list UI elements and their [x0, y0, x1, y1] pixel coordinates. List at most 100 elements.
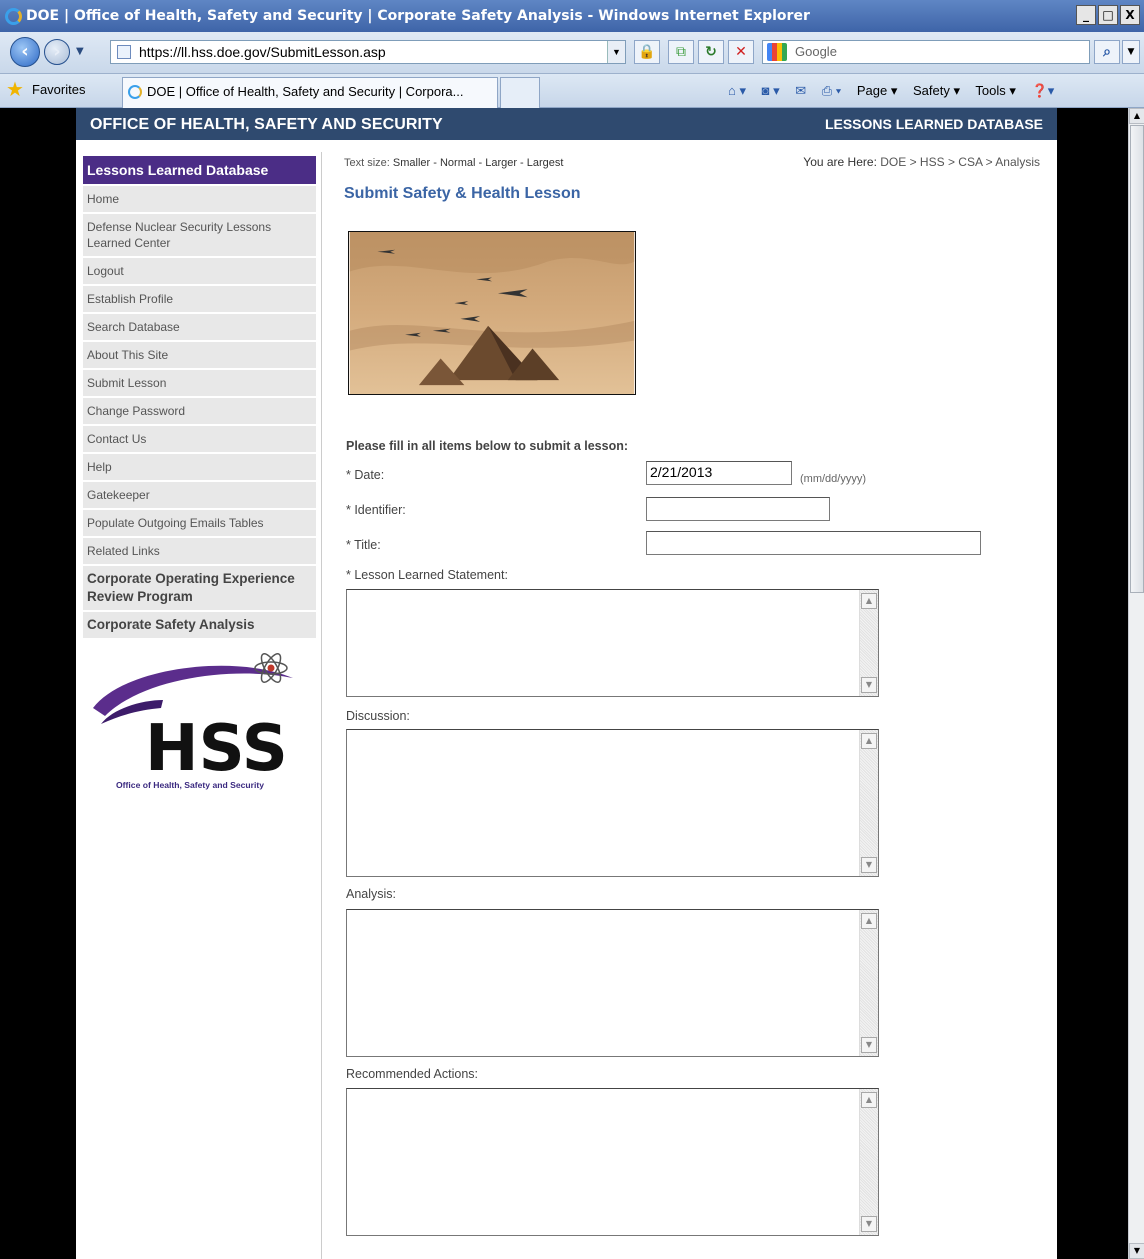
text-size-label: Text size: — [344, 157, 390, 169]
title-input[interactable] — [646, 531, 981, 555]
sidebar-item-establish-profile[interactable]: Establish Profile — [83, 286, 316, 312]
new-tab-button[interactable] — [500, 77, 540, 108]
textarea-scrollbar[interactable]: ▲ ▼ — [859, 1089, 878, 1235]
date-input[interactable]: 2/21/2013 — [646, 461, 792, 485]
tab-active[interactable]: DOE | Office of Health, Safety and Secur… — [122, 77, 498, 108]
page-icon — [117, 45, 131, 59]
logo-text: HSS — [145, 712, 288, 786]
command-bar: ⌂ ▾ ◙ ▾ ✉ ⎙ ▾ Page ▾ Safety ▾ Tools ▾ ❓▾ — [728, 82, 1066, 100]
print-icon[interactable]: ⎙ ▾ — [822, 83, 841, 98]
sidebar-item-corporate-safety-analysis[interactable]: Corporate Safety Analysis — [83, 612, 316, 638]
favorites-label: Favorites — [32, 82, 86, 97]
window-title-bar: DOE | Office of Health, Safety and Secur… — [0, 0, 1144, 32]
scroll-up-arrow-icon[interactable]: ▲ — [861, 733, 877, 749]
textarea-scrollbar[interactable]: ▲ ▼ — [859, 730, 878, 876]
sidebar-item-search-database[interactable]: Search Database — [83, 314, 316, 340]
discussion-textarea[interactable]: ▲ ▼ — [346, 729, 879, 877]
breadcrumb-path[interactable]: DOE > HSS > CSA > Analysis — [880, 155, 1040, 169]
textarea-scrollbar[interactable]: ▲ ▼ — [859, 590, 878, 696]
analysis-textarea[interactable]: ▲ ▼ — [346, 909, 879, 1057]
title-label: * Title: — [346, 538, 381, 552]
page-scrollbar[interactable]: ▲ ▼ — [1128, 108, 1144, 1259]
tab-ie-icon — [128, 85, 142, 99]
scroll-up-arrow-icon[interactable]: ▲ — [861, 913, 877, 929]
compatibility-view-icon[interactable]: ⧉ — [668, 40, 694, 64]
home-icon[interactable]: ⌂ ▾ — [728, 83, 746, 98]
sidebar-item-gatekeeper[interactable]: Gatekeeper — [83, 482, 316, 508]
site-container: OFFICE OF HEALTH, SAFETY AND SECURITY LE… — [76, 108, 1057, 1259]
minimize-button[interactable]: _ — [1076, 5, 1096, 25]
site-title: OFFICE OF HEALTH, SAFETY AND SECURITY — [90, 116, 443, 133]
recommended-actions-textarea[interactable]: ▲ ▼ — [346, 1088, 879, 1236]
maximize-button[interactable]: □ — [1098, 5, 1118, 25]
page-menu[interactable]: Page ▾ — [857, 83, 898, 98]
tools-menu[interactable]: Tools ▾ — [975, 83, 1016, 98]
analysis-label: Analysis: — [346, 887, 397, 901]
sidebar-item-submit-lesson[interactable]: Submit Lesson — [83, 370, 316, 396]
sidebar-item-about[interactable]: About This Site — [83, 342, 316, 368]
identifier-label: * Identifier: — [346, 503, 406, 517]
scrollbar-thumb[interactable] — [1130, 125, 1144, 593]
close-button[interactable]: X — [1120, 5, 1140, 25]
sidebar-item-logout[interactable]: Logout — [83, 258, 316, 284]
search-icon[interactable]: ⌕ — [1094, 40, 1120, 64]
stop-icon[interactable]: ✕ — [728, 40, 754, 64]
search-input[interactable]: Google — [762, 40, 1090, 64]
date-format-hint: (mm/dd/yyyy) — [800, 473, 866, 485]
lesson-statement-label: * Lesson Learned Statement: — [346, 568, 508, 582]
scroll-down-arrow-icon[interactable]: ▼ — [861, 1216, 877, 1232]
refresh-icon[interactable]: ↻ — [698, 40, 724, 64]
history-dropdown-icon[interactable]: ▼ — [76, 46, 84, 57]
textarea-scrollbar[interactable]: ▲ ▼ — [859, 910, 878, 1056]
page-viewport: OFFICE OF HEALTH, SAFETY AND SECURITY LE… — [0, 108, 1128, 1259]
identifier-input[interactable] — [646, 497, 830, 521]
sidebar-item-defense-nuclear-security[interactable]: Defense Nuclear Security Lessons Learned… — [83, 214, 316, 256]
scroll-up-arrow-icon[interactable]: ▲ — [861, 593, 877, 609]
url-input[interactable]: https://ll.hss.doe.gov/SubmitLesson.asp … — [110, 40, 626, 64]
sidebar-item-populate-emails[interactable]: Populate Outgoing Emails Tables — [83, 510, 316, 536]
logo-caption: Office of Health, Safety and Security — [116, 780, 264, 790]
scroll-up-icon[interactable]: ▲ — [1129, 108, 1144, 124]
site-database-title: LESSONS LEARNED DATABASE — [824, 116, 1043, 132]
scroll-down-arrow-icon[interactable]: ▼ — [861, 1037, 877, 1053]
sidebar-item-corporate-oe-review[interactable]: Corporate Operating Experience Review Pr… — [83, 566, 316, 610]
safety-menu[interactable]: Safety ▾ — [913, 83, 960, 98]
discussion-label: Discussion: — [346, 709, 410, 723]
search-options-dropdown-icon[interactable]: ▼ — [1122, 40, 1140, 64]
tab-title: DOE | Office of Health, Safety and Secur… — [147, 84, 464, 99]
breadcrumb-label: You are Here: — [803, 155, 877, 169]
scroll-down-arrow-icon[interactable]: ▼ — [861, 677, 877, 693]
help-icon[interactable]: ❓▾ — [1032, 83, 1055, 98]
mail-icon[interactable]: ✉ — [795, 83, 806, 98]
url-dropdown-icon[interactable]: ▼ — [607, 41, 625, 63]
sidebar-item-change-password[interactable]: Change Password — [83, 398, 316, 424]
search-placeholder: Google — [795, 44, 837, 59]
scroll-down-icon[interactable]: ▼ — [1129, 1243, 1144, 1259]
google-icon — [767, 43, 787, 61]
recommended-actions-label: Recommended Actions: — [346, 1067, 479, 1081]
window-title: DOE | Office of Health, Safety and Secur… — [26, 8, 810, 24]
site-header: OFFICE OF HEALTH, SAFETY AND SECURITY LE… — [76, 108, 1057, 140]
favorites-button[interactable]: ★ Favorites — [6, 79, 86, 101]
text-size-options[interactable]: Smaller - Normal - Larger - Largest — [393, 157, 564, 169]
sidebar-heading: Lessons Learned Database — [83, 156, 316, 184]
lock-icon[interactable]: 🔒 — [634, 40, 660, 64]
forward-button[interactable]: › — [44, 39, 70, 65]
back-button[interactable]: ‹ — [10, 37, 40, 67]
sidebar-item-home[interactable]: Home — [83, 186, 316, 212]
scroll-down-arrow-icon[interactable]: ▼ — [861, 857, 877, 873]
feeds-icon[interactable]: ◙ ▾ — [762, 83, 780, 98]
lesson-statement-textarea[interactable]: ▲ ▼ — [346, 589, 879, 697]
page-title: Submit Safety & Health Lesson — [344, 185, 581, 202]
date-label: * Date: — [346, 468, 385, 482]
hss-logo: HSS Office of Health, Safety and Securit… — [93, 653, 293, 790]
form-intro: Please fill in all items below to submit… — [346, 439, 629, 453]
hero-image-pyramids-aircraft — [348, 231, 636, 395]
address-toolbar: ‹ › ▼ https://ll.hss.doe.gov/SubmitLesso… — [0, 32, 1144, 74]
favorites-bar: ★ Favorites DOE | Office of Health, Safe… — [0, 74, 1144, 108]
sidebar-item-contact[interactable]: Contact Us — [83, 426, 316, 452]
url-text: https://ll.hss.doe.gov/SubmitLesson.asp — [139, 44, 386, 60]
sidebar-item-help[interactable]: Help — [83, 454, 316, 480]
sidebar-item-related-links[interactable]: Related Links — [83, 538, 316, 564]
scroll-up-arrow-icon[interactable]: ▲ — [861, 1092, 877, 1108]
